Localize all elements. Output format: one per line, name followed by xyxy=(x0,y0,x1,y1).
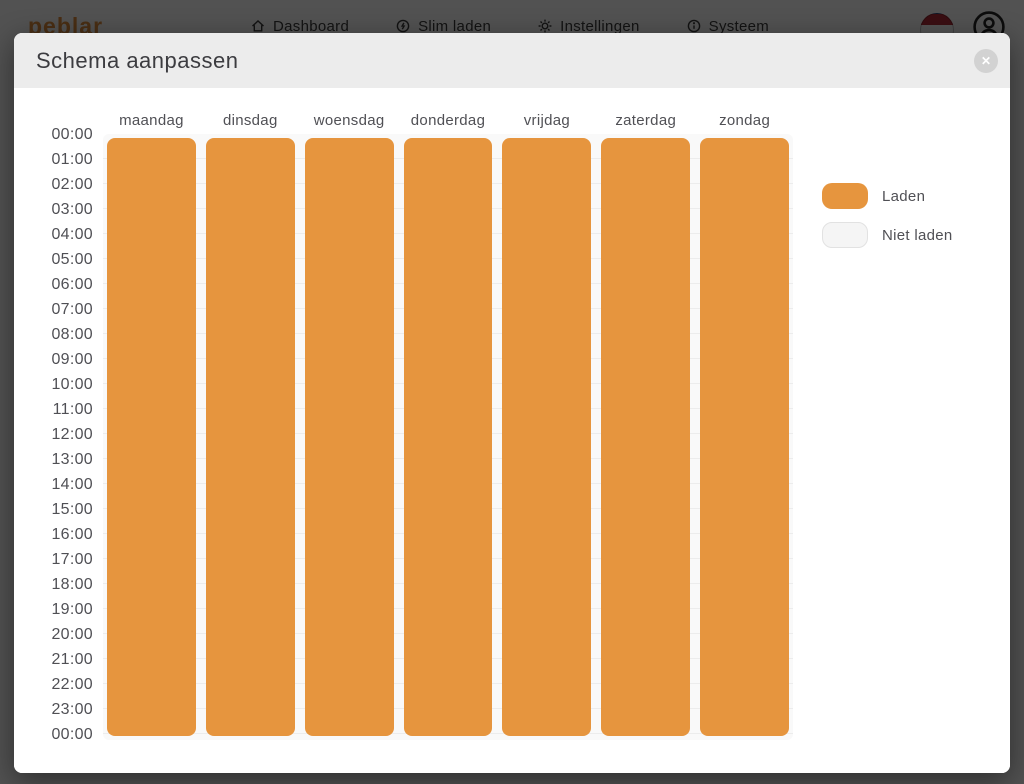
schedule-grid xyxy=(103,134,793,740)
day-column[interactable] xyxy=(403,138,493,736)
time-label: 04:00 xyxy=(51,226,93,243)
time-label: 11:00 xyxy=(52,401,93,418)
time-label: 06:00 xyxy=(51,276,93,293)
time-label: 20:00 xyxy=(51,626,93,643)
day-column[interactable] xyxy=(304,138,394,736)
time-label: 00:00 xyxy=(51,126,93,143)
time-label: 09:00 xyxy=(51,351,93,368)
legend-label: Laden xyxy=(882,187,926,205)
legend-row-niet-laden: Niet laden xyxy=(822,222,953,248)
time-axis: 00:00 01:00 02:00 03:00 04:00 05:00 06:00 07:00… xyxy=(14,122,93,747)
time-label: 15:00 xyxy=(51,501,93,518)
day-column[interactable] xyxy=(205,138,295,736)
time-label: 16:00 xyxy=(51,526,93,543)
time-label: 05:00 xyxy=(51,251,93,268)
modal-header: Schema aanpassen ✕ xyxy=(14,33,1010,88)
time-label: 10:00 xyxy=(51,376,93,393)
time-label: 08:00 xyxy=(51,326,93,343)
day-header: maandag xyxy=(119,112,184,129)
time-label: 21:00 xyxy=(51,651,93,668)
time-label: 13:00 xyxy=(51,451,93,468)
day-header: dinsdag xyxy=(222,112,278,129)
time-label: 22:00 xyxy=(51,676,93,693)
time-label: 07:00 xyxy=(51,301,93,318)
time-label: 19:00 xyxy=(51,601,93,618)
time-label: 17:00 xyxy=(51,551,93,568)
time-label: 14:00 xyxy=(51,476,93,493)
legend-label: Niet laden xyxy=(882,226,953,244)
time-label: 12:00 xyxy=(51,426,93,443)
time-label: 03:00 xyxy=(51,201,93,218)
niet-laden-swatch xyxy=(822,222,868,248)
time-label: 02:00 xyxy=(51,176,93,193)
day-header: vrijdag xyxy=(523,112,571,129)
day-header: zondag xyxy=(719,112,771,129)
schema-aanpassen-modal: Schema aanpassen ✕ 00:00 01:00 02:00 03:00 0… xyxy=(14,33,1010,773)
legend: Laden Niet laden xyxy=(822,183,953,248)
close-icon[interactable]: ✕ xyxy=(974,48,998,73)
day-header: zaterdag xyxy=(615,112,677,129)
day-header-row: maandag dinsdag woensdag donderdag vrijdag za… xyxy=(103,108,793,134)
modal-title: Schema aanpassen xyxy=(36,47,239,73)
day-column[interactable] xyxy=(700,138,790,736)
day-column[interactable] xyxy=(107,138,196,736)
time-label: 18:00 xyxy=(51,576,93,593)
day-header: donderdag xyxy=(410,112,486,129)
time-label: 00:00 xyxy=(51,726,93,743)
laden-swatch xyxy=(822,183,868,209)
day-column[interactable] xyxy=(601,138,691,736)
legend-row-laden: Laden xyxy=(822,183,953,209)
time-label: 01:00 xyxy=(51,151,93,168)
modal-body: 00:00 01:00 02:00 03:00 04:00 05:00 06:00 07:00… xyxy=(14,88,1010,773)
day-column[interactable] xyxy=(502,138,592,736)
time-label: 23:00 xyxy=(51,701,93,718)
day-header: woensdag xyxy=(313,112,385,129)
